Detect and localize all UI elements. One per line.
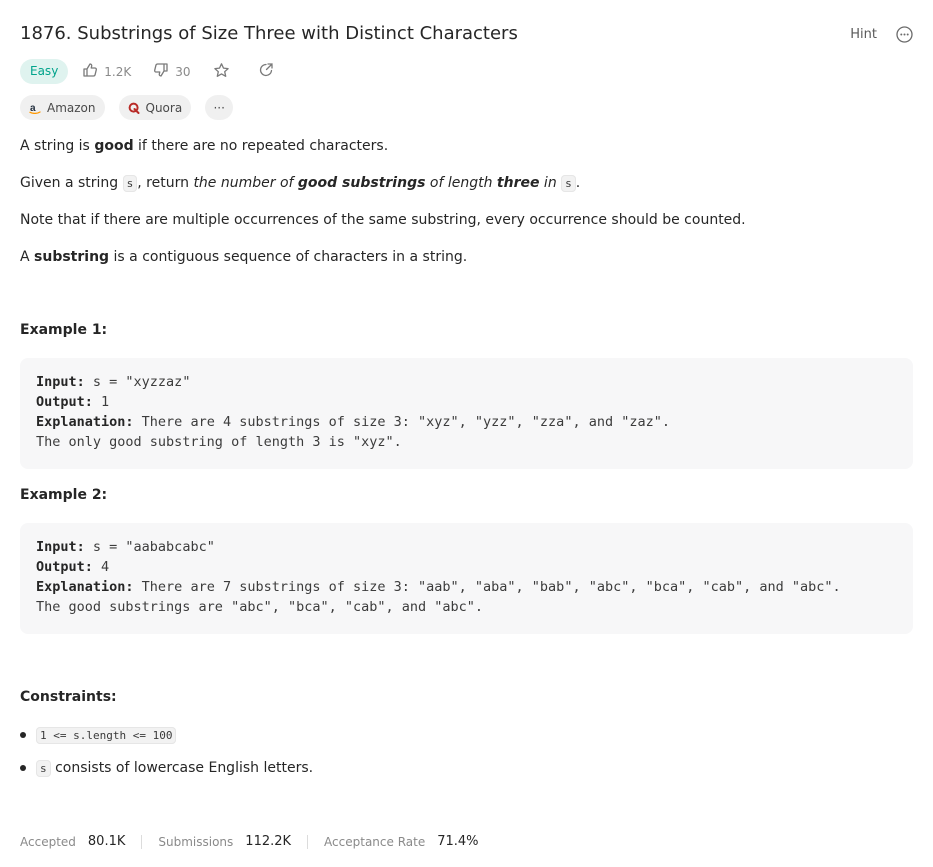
constraint-item: 1 <= s.length <= 100	[36, 725, 177, 746]
description-paragraph: Given a string s, return the number of g…	[20, 175, 581, 192]
inline-code: s	[122, 175, 138, 192]
problem-title: 1876. Substrings of Size Three with Dist…	[20, 23, 518, 44]
constraints-heading: Constraints:	[20, 689, 117, 705]
example-block: Input: s = "xyzzaz" Output: 1 Explanatio…	[20, 358, 913, 469]
problem-stats: Accepted 80.1K Submissions 112.2K Accept…	[20, 834, 479, 849]
list-bullet	[20, 732, 26, 738]
like-count: 1.2K	[104, 64, 132, 79]
constraint-item: s consists of lowercase English letters.	[36, 758, 313, 779]
dislike-button[interactable]: 30	[153, 62, 191, 81]
amazon-icon: a	[29, 102, 41, 114]
example-heading: Example 2:	[20, 487, 108, 503]
favorite-button[interactable]	[213, 62, 236, 82]
company-name: Amazon	[47, 100, 96, 115]
example-output-line: Output: 4	[36, 559, 110, 575]
accepted-stat: Accepted 80.1K	[20, 834, 126, 849]
example-output-line: Output: 1	[36, 394, 110, 410]
more-options-icon[interactable]	[895, 25, 913, 43]
header-actions: Hint	[850, 25, 913, 43]
share-button[interactable]	[258, 62, 280, 81]
example-heading: Example 1:	[20, 322, 108, 338]
inline-code: s	[36, 760, 51, 777]
thumbs-down-icon	[153, 62, 175, 81]
example-explanation-line: The only good substring of length 3 is "…	[36, 434, 402, 450]
example-input-line: Input: s = "aababcabc"	[36, 539, 215, 555]
example-explanation-line: Explanation: There are 7 substrings of s…	[36, 579, 841, 595]
problem-header: 1876. Substrings of Size Three with Dist…	[20, 22, 913, 48]
description-paragraph: Note that if there are multiple occurren…	[20, 212, 746, 228]
difficulty-badge: Easy	[20, 59, 69, 84]
acceptance-rate-stat: Acceptance Rate 71.4%	[324, 834, 479, 849]
inline-code: s	[561, 175, 576, 192]
inline-code: 1 <= s.length <= 100	[36, 727, 177, 744]
hint-button[interactable]: Hint	[850, 27, 877, 42]
divider	[141, 834, 143, 849]
example-explanation-line: The good substrings are "abc", "bca", "c…	[36, 599, 484, 615]
company-name: Quora	[145, 100, 183, 115]
star-icon	[213, 62, 236, 82]
description-paragraph: A substring is a contiguous sequence of …	[20, 249, 468, 265]
example-input-line: Input: s = "xyzzaz"	[36, 374, 191, 390]
problem-meta: Easy 1.2K 30	[20, 59, 302, 84]
more-tags-button[interactable]: ···	[205, 95, 234, 120]
share-icon	[258, 62, 280, 81]
company-tag-amazon[interactable]: a Amazon	[20, 95, 105, 120]
like-button[interactable]: 1.2K	[82, 62, 131, 81]
example-block: Input: s = "aababcabc" Output: 4 Explana…	[20, 523, 913, 634]
thumbs-up-icon	[82, 62, 104, 81]
description-paragraph: A string is good if there are no repeate…	[20, 138, 389, 154]
company-tags: a Amazon Quora ···	[20, 95, 234, 120]
quora-icon	[128, 102, 140, 114]
submissions-stat: Submissions 112.2K	[158, 834, 292, 849]
dislike-count: 30	[175, 64, 191, 79]
list-bullet	[20, 765, 26, 771]
divider	[307, 834, 309, 849]
example-explanation-line: Explanation: There are 4 substrings of s…	[36, 414, 679, 430]
company-tag-quora[interactable]: Quora	[118, 95, 192, 120]
